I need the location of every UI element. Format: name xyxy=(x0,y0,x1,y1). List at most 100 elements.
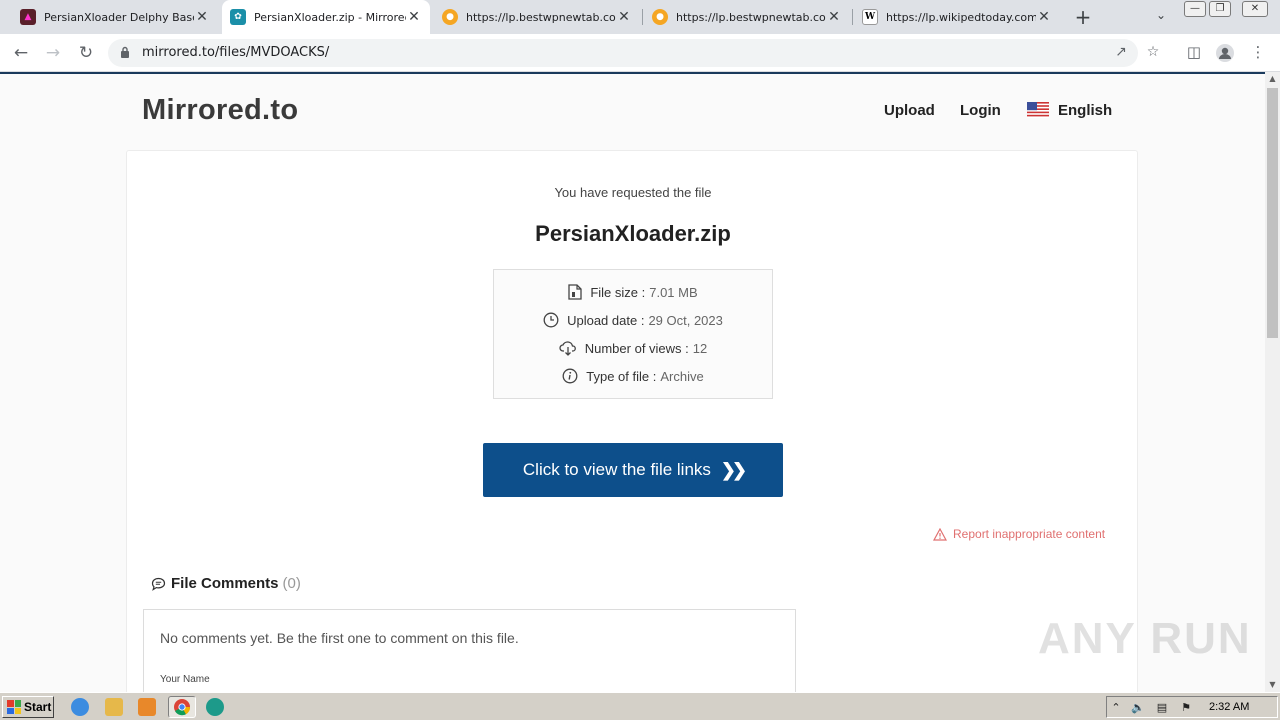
login-link[interactable]: Login xyxy=(960,102,1001,119)
views-value: 12 xyxy=(692,340,708,356)
close-tab-icon[interactable]: ✕ xyxy=(616,9,632,25)
minimize-window-button[interactable]: — xyxy=(1184,1,1206,17)
close-tab-icon[interactable]: ✕ xyxy=(406,9,422,25)
file-name: PersianXloader.zip xyxy=(535,221,731,246)
comments-count: (0) xyxy=(282,575,301,592)
tab-title: PersianXloader.zip - Mirrored.t xyxy=(254,10,406,24)
close-tab-icon[interactable]: ✕ xyxy=(1036,9,1052,25)
scroll-thumb[interactable] xyxy=(1267,88,1278,338)
browser-toolbar: ← → ↻ mirrored.to/files/MVDOACKS/ ↗ ☆ ◫ … xyxy=(0,34,1280,72)
close-tab-icon[interactable]: ✕ xyxy=(194,9,210,25)
file-type-label: Type of file : xyxy=(586,368,657,384)
tab-5[interactable]: W https://lp.wikipedtoday.com/e ✕ xyxy=(854,0,1060,34)
scroll-up-arrow-icon[interactable]: ▲ xyxy=(1265,72,1280,86)
edge-icon[interactable] xyxy=(206,698,224,716)
tab-2[interactable]: ✿ PersianXloader.zip - Mirrored.t ✕ xyxy=(222,0,430,34)
tab-title: https://lp.bestwpnewtab.com/ xyxy=(466,10,616,24)
url-text: mirrored.to/files/MVDOACKS/ xyxy=(142,45,330,60)
orange-circle-favicon-icon: ● xyxy=(652,9,668,25)
action-center-flag-icon[interactable]: ⚑ xyxy=(1179,701,1193,715)
chrome-taskbar-button[interactable] xyxy=(168,696,196,718)
mirrored-favicon-icon: ✿ xyxy=(230,9,246,25)
close-window-button[interactable]: ✕ xyxy=(1242,1,1268,17)
tab-1[interactable]: ▲ PersianXloader Delphy Based L ✕ xyxy=(12,0,218,34)
tab-title: https://lp.wikipedtoday.com/e xyxy=(886,10,1036,24)
your-name-label: Your Name xyxy=(160,674,210,685)
cloud-download-icon xyxy=(559,341,576,356)
scroll-down-arrow-icon[interactable]: ▼ xyxy=(1265,678,1280,692)
info-icon xyxy=(562,368,578,384)
windows-logo-icon xyxy=(7,700,21,714)
comments-title: File Comments xyxy=(171,575,279,592)
tab-strip: ▲ PersianXloader Delphy Based L ✕ ✿ Pers… xyxy=(0,0,1280,34)
file-icon xyxy=(568,284,582,300)
side-panel-icon[interactable]: ◫ xyxy=(1184,43,1204,63)
trojan-favicon-icon: ▲ xyxy=(20,9,36,25)
view-file-links-button[interactable]: Click to view the file links ❯❯ xyxy=(483,443,783,497)
wikipedia-favicon-icon: W xyxy=(862,9,878,25)
tab-separator xyxy=(642,9,643,25)
orange-circle-favicon-icon: ● xyxy=(442,9,458,25)
report-content-link[interactable]: Report inappropriate content xyxy=(933,527,1105,541)
view-file-links-label: Click to view the file links xyxy=(522,460,711,479)
warning-icon xyxy=(933,527,947,541)
file-size-row: File size : 7.01 MB xyxy=(494,282,772,302)
comments-box: No comments yet. Be the first one to com… xyxy=(143,609,796,692)
lock-icon xyxy=(121,46,129,58)
tray-expand-icon[interactable]: ⌃ xyxy=(1109,701,1123,715)
browser-menu-icon[interactable]: ⋮ xyxy=(1248,43,1268,63)
upload-date-label: Upload date : xyxy=(567,312,645,328)
no-comments-text: No comments yet. Be the first one to com… xyxy=(160,630,519,646)
tab-title: https://lp.bestwpnewtab.com/ xyxy=(676,10,826,24)
comment-bubble-icon xyxy=(151,577,166,591)
file-type-value: Archive xyxy=(660,368,704,384)
tab-title: PersianXloader Delphy Based L xyxy=(44,10,194,24)
volume-icon[interactable]: 🔈 xyxy=(1131,701,1145,715)
new-tab-button[interactable]: + xyxy=(1072,6,1094,28)
file-type-row: Type of file : Archive xyxy=(494,366,772,386)
clock[interactable]: 2:32 AM xyxy=(1209,701,1249,713)
file-info-box: File size : 7.01 MB Upload date : 29 Oct… xyxy=(493,269,773,399)
us-flag-icon[interactable] xyxy=(1027,102,1049,118)
tab-search-chevron-icon[interactable]: ⌄ xyxy=(1152,8,1170,26)
report-label: Report inappropriate content xyxy=(953,527,1106,541)
address-bar[interactable]: mirrored.to/files/MVDOACKS/ ↗ ☆ xyxy=(108,39,1159,67)
file-size-value: 7.01 MB xyxy=(649,284,698,300)
site-logo[interactable]: Mirrored.to xyxy=(142,94,298,127)
clock-icon xyxy=(543,312,559,328)
language-selector[interactable]: English xyxy=(1058,102,1112,119)
start-button[interactable]: Start xyxy=(2,696,54,718)
forward-arrow-icon[interactable]: → xyxy=(42,42,64,64)
close-tab-icon[interactable]: ✕ xyxy=(826,9,842,25)
share-icon[interactable]: ↗ xyxy=(1112,44,1130,62)
windows-taskbar: Start ⌃ 🔈 ▤ ⚑ 2:32 AM xyxy=(0,692,1280,720)
chrome-icon xyxy=(174,699,191,716)
tab-3[interactable]: ● https://lp.bestwpnewtab.com/ ✕ xyxy=(434,0,640,34)
upload-link[interactable]: Upload xyxy=(884,102,935,119)
file-card: You have requested the file PersianXload… xyxy=(126,150,1138,692)
system-tray: ⌃ 🔈 ▤ ⚑ 2:32 AM xyxy=(1106,696,1278,718)
restore-window-button[interactable]: ❐ xyxy=(1209,1,1231,17)
media-player-icon[interactable] xyxy=(138,698,156,716)
page-scrollbar[interactable]: ▲ ▼ xyxy=(1265,72,1280,692)
upload-date-row: Upload date : 29 Oct, 2023 xyxy=(494,310,772,330)
page-viewport: Mirrored.to Upload Login English You hav… xyxy=(0,72,1265,692)
upload-date-value: 29 Oct, 2023 xyxy=(648,312,723,328)
file-size-label: File size : xyxy=(590,284,646,300)
internet-explorer-icon[interactable] xyxy=(71,698,89,716)
anyrun-watermark: ANY RUN xyxy=(1038,614,1252,663)
bookmark-star-icon[interactable]: ☆ xyxy=(1144,44,1162,62)
views-label: Number of views : xyxy=(584,340,689,356)
views-row: Number of views : 12 xyxy=(494,338,772,358)
profile-avatar-icon[interactable] xyxy=(1215,43,1235,63)
requested-text: You have requested the file xyxy=(554,185,712,200)
file-explorer-icon[interactable] xyxy=(105,698,123,716)
reload-icon[interactable]: ↻ xyxy=(75,42,97,64)
tab-separator xyxy=(852,9,853,25)
comments-heading: File Comments (0) xyxy=(151,575,301,592)
back-arrow-icon[interactable]: ← xyxy=(10,42,32,64)
network-icon[interactable]: ▤ xyxy=(1155,701,1169,715)
tab-4[interactable]: ● https://lp.bestwpnewtab.com/ ✕ xyxy=(644,0,850,34)
start-label: Start xyxy=(24,700,52,714)
double-chevron-right-icon: ❯❯ xyxy=(720,459,747,480)
